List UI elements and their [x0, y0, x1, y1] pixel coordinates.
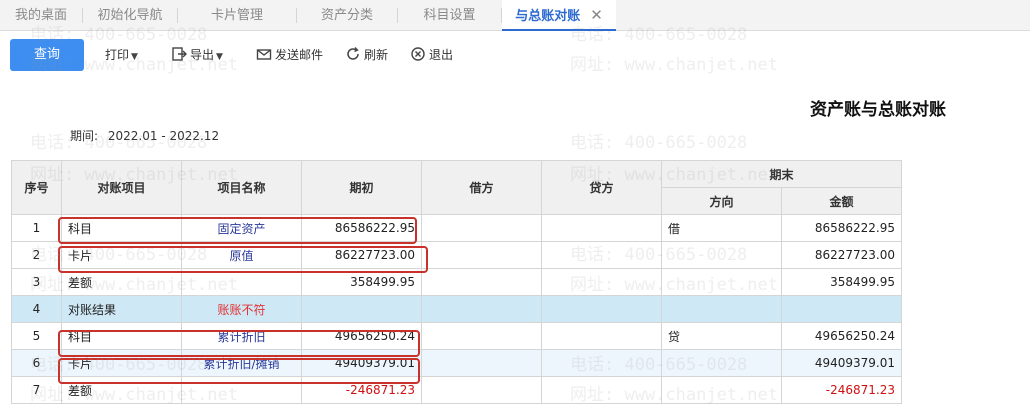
- callout-box: [58, 246, 428, 273]
- cell-debit: [421, 376, 542, 404]
- cell-debit: [421, 322, 542, 350]
- cell-credit: [541, 295, 662, 323]
- refresh-label: 刷新: [364, 48, 389, 62]
- cell-direction: [661, 268, 782, 296]
- print-button[interactable]: 打印 ▼: [105, 45, 138, 65]
- send-email-button[interactable]: 发送邮件: [256, 45, 323, 65]
- cell-direction: [661, 295, 782, 323]
- page-title: 资产账与总账对账: [810, 100, 946, 120]
- refresh-icon: [347, 47, 359, 60]
- cell-debit: [421, 349, 542, 377]
- callout-box: [58, 330, 420, 357]
- col-header-direction: 方向: [661, 187, 782, 215]
- cell-credit: [541, 322, 662, 350]
- period: 期间: 2022.01 - 2022.12: [70, 127, 219, 144]
- cell-amount: 49409379.01: [781, 349, 902, 377]
- app-window: 我的桌面 初始化导航 卡片管理 资产分类 科目设置 与总账对账 ✕ 查询 打印 ▼ …: [0, 0, 1030, 413]
- col-header-amount: 金额: [781, 187, 902, 215]
- tab-reconcile-ledger[interactable]: 与总账对账 ✕: [502, 0, 616, 31]
- export-button[interactable]: 导出 ▼: [171, 45, 223, 65]
- cell-credit: [541, 376, 662, 404]
- cell-debit: [421, 214, 542, 242]
- cell-amount: 86586222.95: [781, 214, 902, 242]
- cell-direction: [661, 349, 782, 377]
- cell-amount: 49656250.24: [781, 322, 902, 350]
- cell-direction: [661, 241, 782, 269]
- cell-direction: [661, 376, 782, 404]
- cell-seq: 6: [11, 349, 62, 377]
- exit-icon: [411, 47, 425, 61]
- tab-reconcile-ledger-label: 与总账对账: [515, 9, 581, 24]
- cell-debit: [421, 295, 542, 323]
- cell-seq: 1: [11, 214, 62, 242]
- exit-button[interactable]: 退出: [410, 45, 453, 65]
- cell-opening: [301, 295, 422, 323]
- col-header-credit: 贷方: [541, 160, 662, 215]
- cell-debit: [421, 241, 542, 269]
- chevron-down-icon: ▼: [216, 52, 223, 62]
- cell-seq: 2: [11, 241, 62, 269]
- cell-credit: [541, 268, 662, 296]
- export-icon: [172, 47, 187, 61]
- cell-debit: [421, 268, 542, 296]
- print-label: 打印: [105, 48, 130, 62]
- col-header-seq: 序号: [11, 160, 62, 215]
- col-header-item: 对账项目: [61, 160, 182, 215]
- period-label: 期间:: [70, 129, 99, 143]
- table-row-result[interactable]: 4 对账结果 账账不符: [11, 295, 902, 323]
- cell-seq: 4: [11, 295, 62, 323]
- mail-icon: [256, 49, 272, 60]
- toolbar: 查询 打印 ▼ 导出 ▼ 发送邮件 刷新 退出: [0, 31, 1030, 79]
- tab-init-navigation[interactable]: 初始化导航: [83, 0, 177, 31]
- refresh-button[interactable]: 刷新: [345, 45, 388, 65]
- header-row: 序号 对账项目 项目名称 期初 借方 贷方 期末: [11, 160, 902, 215]
- cell-seq: 5: [11, 322, 62, 350]
- cell-seq: 3: [11, 268, 62, 296]
- send-email-label: 发送邮件: [275, 48, 324, 62]
- tab-account-settings[interactable]: 科目设置: [398, 0, 501, 31]
- callout-box: [58, 358, 420, 384]
- close-icon[interactable]: ✕: [590, 0, 603, 31]
- watermark-phone: 电话: 400-665-0028: [570, 133, 748, 153]
- cell-amount: 358499.95: [781, 268, 902, 296]
- period-value: 2022.01 - 2022.12: [107, 129, 220, 143]
- exit-label: 退出: [429, 48, 454, 62]
- cell-direction: 贷: [661, 322, 782, 350]
- col-header-ending: 期末: [661, 160, 902, 188]
- cell-item: 对账结果: [61, 295, 182, 323]
- cell-credit: [541, 241, 662, 269]
- col-header-opening: 期初: [301, 160, 422, 215]
- col-header-debit: 借方: [421, 160, 542, 215]
- cell-credit: [541, 349, 662, 377]
- callout-box: [58, 217, 417, 244]
- cell-amount: -246871.23: [781, 376, 902, 404]
- cell-direction: 借: [661, 214, 782, 242]
- export-label: 导出: [190, 48, 215, 62]
- cell-amount: 86227723.00: [781, 241, 902, 269]
- tab-card-management[interactable]: 卡片管理: [178, 0, 296, 31]
- chevron-down-icon: ▼: [131, 52, 138, 62]
- cell-result-status: 账账不符: [181, 295, 302, 323]
- query-button[interactable]: 查询: [10, 39, 84, 71]
- tab-asset-category[interactable]: 资产分类: [297, 0, 397, 31]
- cell-credit: [541, 214, 662, 242]
- col-header-name: 项目名称: [181, 160, 302, 215]
- cell-amount: [781, 295, 902, 323]
- cell-seq: 7: [11, 376, 62, 404]
- tab-bar: 我的桌面 初始化导航 卡片管理 资产分类 科目设置 与总账对账 ✕: [0, 0, 1030, 31]
- tab-my-desktop[interactable]: 我的桌面: [0, 0, 82, 31]
